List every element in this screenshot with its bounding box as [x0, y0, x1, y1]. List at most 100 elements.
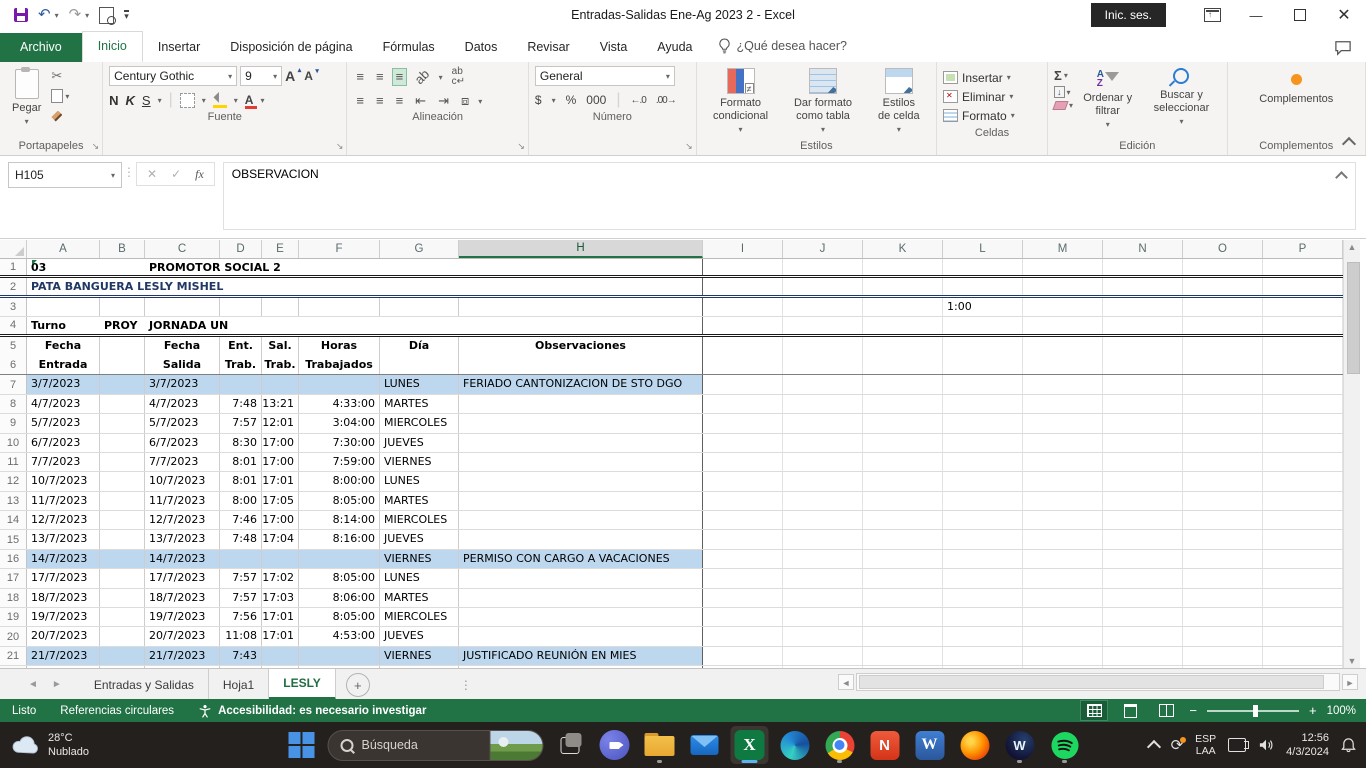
cell-K21[interactable] — [863, 647, 943, 665]
cell-H1[interactable] — [459, 259, 703, 275]
cell-B6[interactable] — [100, 356, 145, 374]
insert-cells-button[interactable]: Insertar▾ — [943, 68, 1041, 87]
undo-dropdown-icon[interactable]: ▾ — [55, 11, 59, 20]
cell-L6[interactable] — [943, 356, 1023, 374]
column-header-P[interactable]: P — [1263, 240, 1343, 258]
column-header-L[interactable]: L — [943, 240, 1023, 258]
cell-O8[interactable] — [1183, 395, 1263, 413]
cell-O16[interactable] — [1183, 550, 1263, 568]
cell-N3[interactable] — [1103, 298, 1183, 316]
fill-color-icon[interactable] — [213, 95, 227, 105]
cell-J9[interactable] — [783, 414, 863, 432]
clipboard-dialog-launcher[interactable]: ↘ — [92, 141, 100, 152]
file-explorer-button[interactable] — [641, 726, 679, 764]
cell-L7[interactable] — [943, 375, 1023, 393]
cancel-entry-icon[interactable]: ✕ — [147, 167, 157, 181]
cell-A12[interactable]: 10/7/2023 — [27, 472, 100, 490]
cell-L1[interactable] — [943, 259, 1023, 275]
cell-P13[interactable] — [1263, 492, 1343, 510]
cell-E21[interactable] — [262, 647, 299, 665]
cell-B14[interactable] — [100, 511, 145, 529]
increase-decimal-button[interactable]: ←.0 — [630, 95, 645, 106]
cell-C13[interactable]: 11/7/2023 — [145, 492, 220, 510]
cell-M9[interactable] — [1023, 414, 1103, 432]
row-header-8[interactable]: 8 — [0, 395, 27, 413]
cell-C5[interactable]: Fecha — [145, 337, 220, 356]
cell-L21[interactable] — [943, 647, 1023, 665]
cell-P17[interactable] — [1263, 569, 1343, 587]
cell-P2[interactable] — [1263, 278, 1343, 294]
cell-E10[interactable]: 17:00 — [262, 434, 299, 452]
cell-C19[interactable]: 19/7/2023 — [145, 608, 220, 626]
cell-J10[interactable] — [783, 434, 863, 452]
cell-O5[interactable] — [1183, 337, 1263, 356]
cell-F17[interactable]: 8:05:00 — [299, 569, 380, 587]
cell-L18[interactable] — [943, 589, 1023, 607]
fill-button[interactable]: ↓▾ — [1054, 86, 1073, 98]
worksheet-grid[interactable]: ABCDEFGHIJKLMNOP103PROMOTOR SOCIAL 22PAT… — [0, 240, 1343, 668]
cell-M1[interactable] — [1023, 259, 1103, 275]
cell-M5[interactable] — [1023, 337, 1103, 356]
cell-A21[interactable]: 21/7/2023 — [27, 647, 100, 665]
zoom-slider-thumb[interactable] — [1253, 705, 1258, 717]
cell-K15[interactable] — [863, 530, 943, 548]
horizontal-scroll-thumb[interactable] — [859, 675, 1324, 689]
cell-F14[interactable]: 8:14:00 — [299, 511, 380, 529]
cell-H13[interactable] — [459, 492, 703, 510]
column-header-D[interactable]: D — [220, 240, 262, 258]
cell-N2[interactable] — [1103, 278, 1183, 294]
cell-G3[interactable] — [380, 298, 459, 316]
cell-G5[interactable]: Día — [380, 337, 459, 356]
cut-button[interactable]: ✂ — [51, 68, 69, 84]
cell-N10[interactable] — [1103, 434, 1183, 452]
cell-G7[interactable]: LUNES — [380, 375, 459, 393]
cell-F16[interactable] — [299, 550, 380, 568]
cell-L3[interactable]: 1:00 — [943, 298, 1023, 316]
cell-I15[interactable] — [703, 530, 783, 548]
cell-F20[interactable]: 4:53:00 — [299, 627, 380, 645]
cell-O4[interactable] — [1183, 317, 1263, 333]
cell-P16[interactable] — [1263, 550, 1343, 568]
cell-J12[interactable] — [783, 472, 863, 490]
cell-K20[interactable] — [863, 627, 943, 645]
cell-I6[interactable] — [703, 356, 783, 374]
cell-L2[interactable] — [943, 278, 1023, 294]
cell-M12[interactable] — [1023, 472, 1103, 490]
sheet-tab-lesly[interactable]: LESLY — [269, 669, 336, 700]
cell-A5[interactable]: Fecha — [27, 337, 100, 356]
decrease-decimal-button[interactable]: .00→ — [656, 95, 676, 106]
cell-A13[interactable]: 11/7/2023 — [27, 492, 100, 510]
cell-A11[interactable]: 7/7/2023 — [27, 453, 100, 471]
cell-C21[interactable]: 21/7/2023 — [145, 647, 220, 665]
format-cells-button[interactable]: Formato▾ — [943, 106, 1041, 125]
cell-F4[interactable] — [299, 317, 380, 333]
new-sheet-button[interactable]: + — [346, 673, 370, 697]
cell-H12[interactable] — [459, 472, 703, 490]
cell-G11[interactable]: VIERNES — [380, 453, 459, 471]
cell-N13[interactable] — [1103, 492, 1183, 510]
cell-D1[interactable] — [220, 259, 262, 275]
cell-L11[interactable] — [943, 453, 1023, 471]
undo-icon[interactable]: ↶ — [38, 8, 51, 22]
sheet-nav-next-icon[interactable]: ► — [52, 679, 62, 690]
cell-M4[interactable] — [1023, 317, 1103, 333]
cell-P11[interactable] — [1263, 453, 1343, 471]
column-header-E[interactable]: E — [262, 240, 299, 258]
cell-M2[interactable] — [1023, 278, 1103, 294]
cell-E16[interactable] — [262, 550, 299, 568]
cell-I11[interactable] — [703, 453, 783, 471]
cell-E4[interactable] — [262, 317, 299, 333]
cell-J7[interactable] — [783, 375, 863, 393]
cell-B2[interactable] — [100, 278, 145, 294]
spotify-app-button[interactable] — [1046, 726, 1084, 764]
cell-H3[interactable] — [459, 298, 703, 316]
font-size-combo[interactable]: 9▾ — [240, 66, 282, 86]
underline-button[interactable]: S — [142, 93, 151, 108]
cell-O9[interactable] — [1183, 414, 1263, 432]
align-left-button[interactable]: ≡ — [353, 93, 367, 109]
cell-H17[interactable] — [459, 569, 703, 587]
cell-A1[interactable]: 03 — [27, 259, 100, 275]
scroll-right-icon[interactable]: ► — [1342, 674, 1358, 690]
cell-B13[interactable] — [100, 492, 145, 510]
cell-M17[interactable] — [1023, 569, 1103, 587]
